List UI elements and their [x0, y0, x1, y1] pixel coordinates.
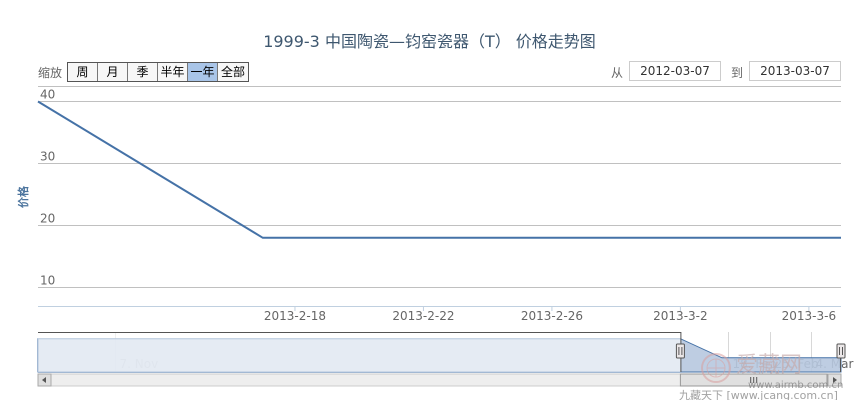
price-series: [37, 100, 841, 239]
y-tick-labels: 10 20 30 40: [40, 88, 55, 288]
watermark-brand: 爱藏网: [736, 353, 802, 378]
navigator-mask-left: [38, 332, 681, 372]
navigator-left-handle[interactable]: [675, 343, 685, 359]
y-tick-label: 10: [40, 274, 55, 288]
x-tick-label: 2013-3-6: [782, 309, 836, 323]
watermark-site: 九藏天下 [www.jcang.com.cn]: [679, 389, 838, 400]
scrollbar-left-arrow[interactable]: [37, 373, 52, 387]
y-axis-label: 价格: [16, 185, 30, 208]
y-tick-label: 20: [40, 212, 55, 226]
navigator-right-handle[interactable]: [836, 343, 846, 359]
y-tick-label: 40: [40, 88, 55, 102]
navigator[interactable]: 7. Nov18. Feb25. Feb4. Mar: [37, 332, 853, 373]
price-line: [37, 100, 841, 239]
price-chart: 10203040 价格 2013-2-18 2013-2-22 2013-2-26 2…: [16, 86, 853, 400]
x-tick-label: 2013-3-2: [653, 309, 707, 323]
grid-lines: [38, 86, 841, 288]
x-tick-label: 2013-2-18: [264, 309, 326, 323]
x-tick-label: 2013-2-22: [392, 309, 454, 323]
x-axis: 2013-2-18 2013-2-22 2013-2-26 2013-3-2 2013-…: [38, 306, 841, 323]
y-tick-label: 30: [40, 150, 55, 164]
x-tick-label: 2013-2-26: [521, 309, 583, 323]
